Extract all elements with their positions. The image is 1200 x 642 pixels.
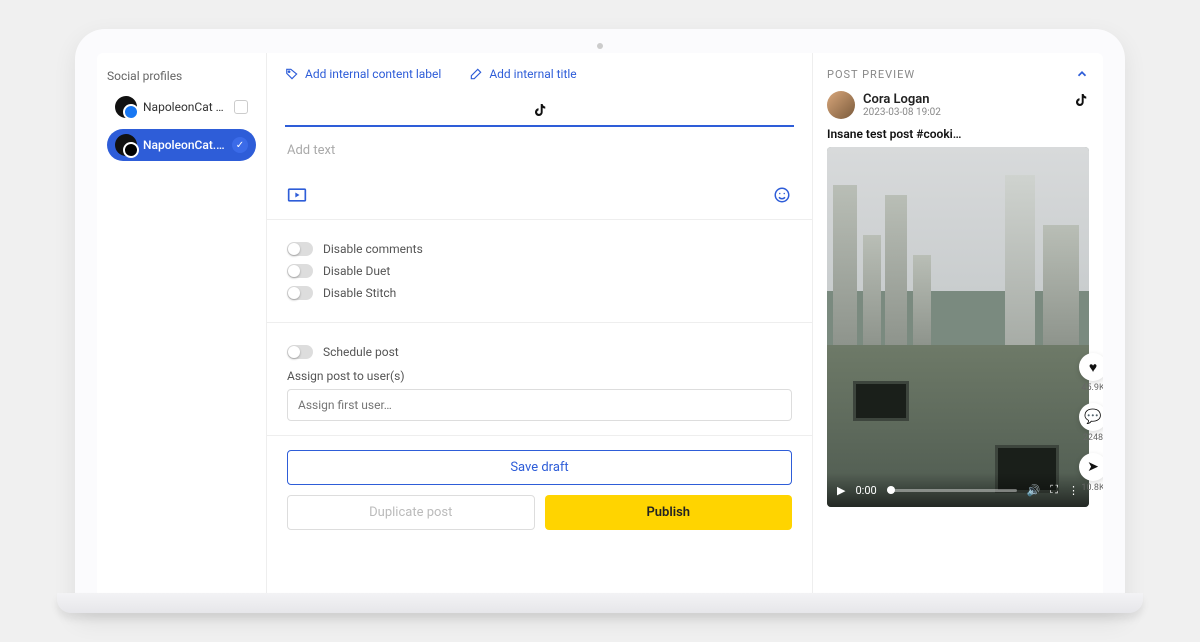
edit-icon — [469, 67, 483, 81]
video-scrubber[interactable] — [887, 489, 1017, 492]
profile-name: NapoleonCat.… — [143, 138, 225, 152]
avatar — [827, 91, 855, 119]
tiktok-icon — [1073, 91, 1089, 109]
editor-header: Add internal content label Add internal … — [267, 53, 812, 95]
add-title-link[interactable]: Add internal title — [469, 67, 576, 81]
network-tab-bar — [285, 95, 794, 127]
laptop-frame: Social profiles NapoleonCat … NapoleonCa… — [75, 29, 1125, 613]
toggle-switch[interactable] — [287, 345, 313, 359]
comments-stat[interactable]: 💬 2248 — [1079, 403, 1103, 443]
profile-selected-icon: ✓ — [232, 137, 248, 153]
comment-icon: 💬 — [1079, 403, 1103, 431]
options-section: Disable comments Disable Duet Disable St… — [267, 220, 812, 323]
save-draft-button[interactable]: Save draft — [287, 450, 792, 485]
toggle-disable-duet[interactable]: Disable Duet — [287, 264, 792, 278]
actions-section: Save draft Duplicate post Publish — [267, 436, 812, 544]
add-media-icon[interactable] — [287, 185, 307, 205]
post-text-input[interactable]: Add text — [267, 127, 812, 185]
profile-name: NapoleonCat … — [143, 100, 224, 114]
tag-icon — [285, 67, 299, 81]
toggle-disable-comments[interactable]: Disable comments — [287, 242, 792, 256]
laptop-camera — [597, 43, 603, 49]
video-time: 0:00 — [855, 484, 876, 497]
likes-stat[interactable]: ♥ 45.9K — [1079, 353, 1103, 393]
tiktok-icon[interactable] — [532, 101, 548, 119]
video-controls[interactable]: ▶ 0:00 🔊 ⛶ ⋮ — [827, 473, 1089, 507]
play-icon[interactable]: ▶ — [837, 484, 845, 497]
toggle-switch[interactable] — [287, 242, 313, 256]
preview-user: Cora Logan 2023-03-08 19:02 — [827, 91, 941, 119]
fullscreen-icon[interactable]: ⛶ — [1050, 483, 1058, 497]
app-screen: Social profiles NapoleonCat … NapoleonCa… — [97, 53, 1103, 593]
assign-label: Assign post to user(s) — [287, 369, 792, 383]
shares-stat[interactable]: ➤ 10.8K — [1079, 453, 1103, 493]
publish-button[interactable]: Publish — [545, 495, 793, 530]
profile-checkbox[interactable] — [234, 100, 248, 114]
profile-item-facebook[interactable]: NapoleonCat … — [107, 91, 256, 123]
preview-heading: POST PREVIEW — [827, 68, 915, 81]
schedule-section: Schedule post Assign post to user(s) — [267, 323, 812, 436]
heart-icon: ♥ — [1079, 353, 1103, 381]
post-preview-panel: POST PREVIEW Cora Logan 2023-03-08 19:02 — [813, 53, 1103, 593]
preview-timestamp: 2023-03-08 19:02 — [863, 107, 941, 118]
toggle-switch[interactable] — [287, 264, 313, 278]
post-editor-panel: Add internal content label Add internal … — [267, 53, 813, 593]
toggle-schedule-post[interactable]: Schedule post — [287, 345, 792, 359]
more-icon[interactable]: ⋮ — [1068, 484, 1079, 497]
laptop-base — [57, 593, 1143, 613]
volume-icon[interactable]: 🔊 — [1027, 484, 1041, 497]
assign-user-input[interactable] — [287, 389, 792, 421]
preview-video[interactable]: ▶ 0:00 🔊 ⛶ ⋮ — [827, 147, 1089, 507]
media-toolbar — [267, 185, 812, 220]
preview-user-name: Cora Logan — [863, 92, 941, 107]
collapse-preview-button[interactable] — [1075, 67, 1089, 81]
share-icon: ➤ — [1079, 453, 1103, 481]
social-profiles-title: Social profiles — [107, 69, 256, 83]
engagement-stats: ♥ 45.9K 💬 2248 ➤ 10.8K — [1079, 353, 1103, 493]
preview-caption: Insane test post #cooki… — [827, 127, 1089, 141]
add-content-label-link[interactable]: Add internal content label — [285, 67, 441, 81]
toggle-switch[interactable] — [287, 286, 313, 300]
duplicate-post-button[interactable]: Duplicate post — [287, 495, 535, 530]
profile-avatar-icon — [115, 96, 137, 118]
emoji-icon[interactable] — [772, 185, 792, 205]
profile-avatar-icon — [115, 134, 137, 156]
toggle-disable-stitch[interactable]: Disable Stitch — [287, 286, 792, 300]
profile-item-tiktok[interactable]: NapoleonCat.… ✓ — [107, 129, 256, 161]
social-profiles-panel: Social profiles NapoleonCat … NapoleonCa… — [97, 53, 267, 593]
